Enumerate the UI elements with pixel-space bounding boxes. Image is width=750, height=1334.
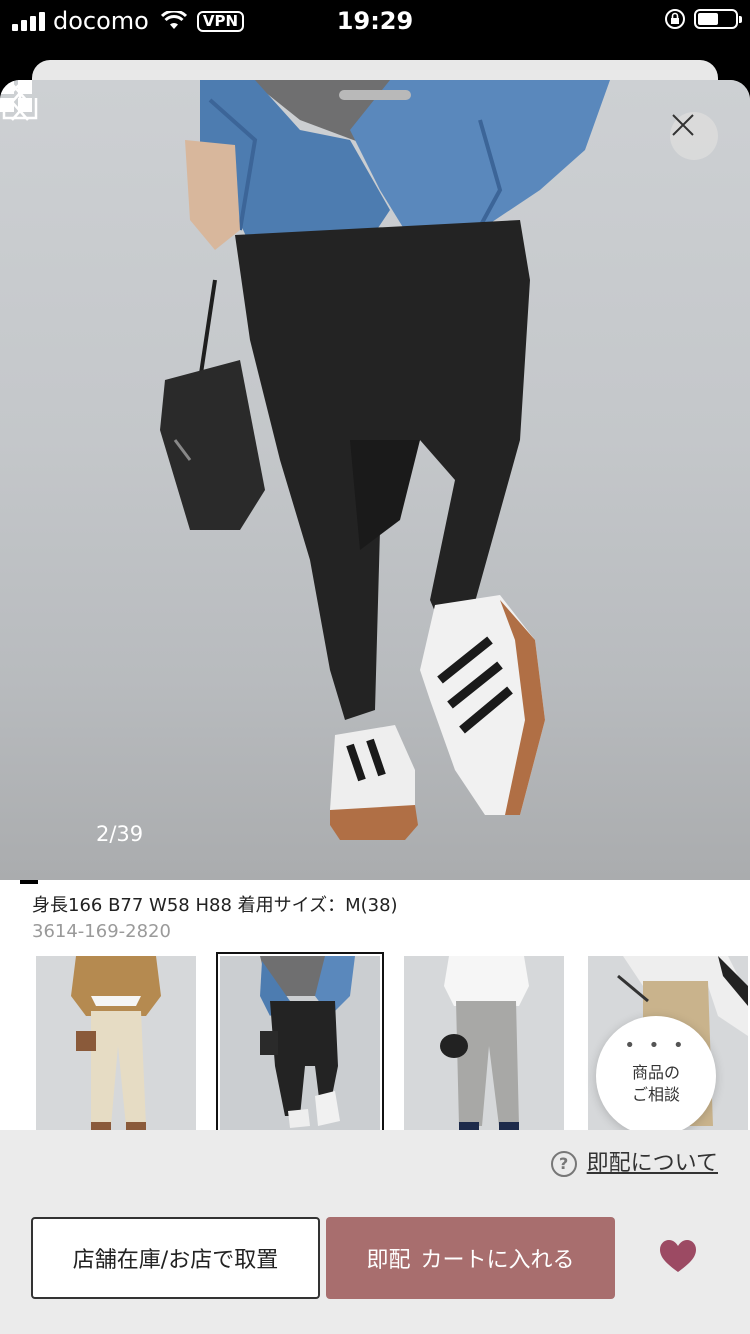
photo-illustration xyxy=(160,80,610,840)
store-stock-label: 店舗在庫/お店で取置 xyxy=(72,1248,279,1273)
model-size-caption: 身長166 B77 W58 H88 着用サイズ：M(38) xyxy=(32,895,398,916)
consult-label-line1: 商品の xyxy=(631,1063,680,1082)
status-time: 19:29 xyxy=(336,7,414,35)
sheet-grabber[interactable] xyxy=(339,90,411,100)
favorite-heart-icon[interactable] xyxy=(660,1240,696,1274)
thumbnail-item[interactable] xyxy=(36,956,196,1130)
screen: docomo VPN 19:29 2/39 身長166 B77 W58 H88 … xyxy=(0,0,750,1334)
thumbnail-item-selected[interactable] xyxy=(216,952,384,1134)
help-icon: ? xyxy=(550,1151,577,1177)
image-viewer-sheet: 2/39 身長166 B77 W58 H88 着用サイズ：M(38) 3614-… xyxy=(0,80,750,1334)
image-counter: 2/39 xyxy=(96,822,144,846)
rotation-lock-icon xyxy=(665,9,685,29)
more-dots-icon: • • • xyxy=(624,1035,688,1056)
close-icon xyxy=(672,114,694,136)
status-right xyxy=(664,8,742,30)
product-photo[interactable]: 2/39 xyxy=(0,80,750,880)
consult-button[interactable]: • • • 商品の ご相談 xyxy=(596,1016,716,1136)
add-to-cart-button[interactable]: 即配 カートに入れる xyxy=(326,1217,615,1299)
bottom-action-bar: ? 即配について 店舗在庫/お店で取置 即配 カートに入れる xyxy=(0,1130,750,1334)
thumbnail-item[interactable] xyxy=(404,956,564,1130)
battery-fill xyxy=(698,13,718,25)
product-code: 3614-169-2820 xyxy=(32,921,171,942)
status-bar: docomo VPN 19:29 xyxy=(0,0,750,44)
delivery-info-row[interactable]: ? 即配について xyxy=(550,1150,718,1178)
cart-prefix-label: 即配 xyxy=(366,1248,411,1273)
cart-label: カートに入れる xyxy=(420,1248,575,1273)
share-icon[interactable] xyxy=(0,80,40,122)
consult-label-line2: ご相談 xyxy=(631,1085,680,1104)
page-indicator xyxy=(20,880,38,884)
store-stock-button[interactable]: 店舗在庫/お店で取置 xyxy=(31,1217,320,1299)
close-button[interactable] xyxy=(670,112,718,160)
battery-icon xyxy=(694,9,742,29)
delivery-info-link[interactable]: 即配について xyxy=(587,1150,718,1178)
